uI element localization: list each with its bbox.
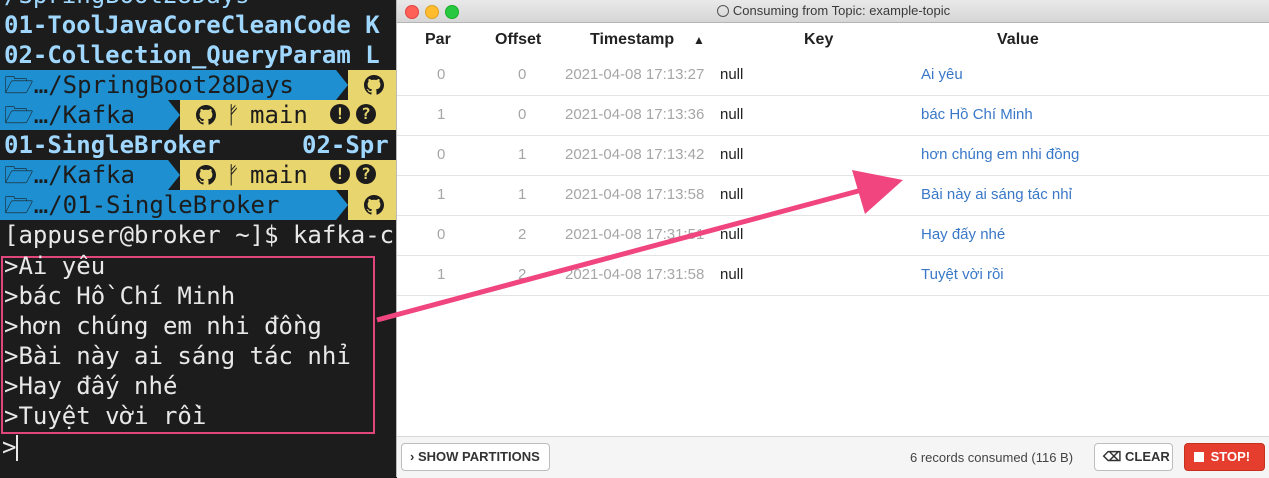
producer-message: >Tuyệt vời rồi <box>4 402 207 430</box>
warning-icon: ! <box>330 164 350 184</box>
git-segment: ᚠ main ! ? <box>180 100 400 130</box>
terminal-cut-text: /SpringBoot28Days <box>4 0 250 10</box>
producer-message: >Ai yêu <box>4 252 106 280</box>
table-row[interactable]: 1 0 2021-04-08 17:13:36 null bác Hồ Chí … <box>397 95 1269 136</box>
folder-icon: 🗁 <box>4 71 34 99</box>
segment-separator <box>168 160 180 190</box>
column-header-par[interactable]: Par <box>425 31 451 49</box>
input-prompt-char: > <box>2 433 17 461</box>
git-segment <box>348 70 400 100</box>
dir-label-4: 🗁…/01-SingleBroker <box>4 191 280 219</box>
terminal-line-2-text: 02-Collection_QueryParam L <box>4 41 380 69</box>
cell-key: null <box>720 186 744 203</box>
table-header: Par Offset Timestamp ▲ Key Value <box>397 24 1269 56</box>
column-header-value[interactable]: Value <box>997 31 1039 49</box>
cell-key: null <box>720 146 744 163</box>
table-row[interactable]: 0 0 2021-04-08 17:13:27 null Ai yêu <box>397 55 1269 96</box>
cell-value: bác Hồ Chí Minh <box>921 106 1033 123</box>
table-row[interactable]: 0 1 2021-04-08 17:13:42 null hơn chúng e… <box>397 135 1269 176</box>
stop-icon <box>1194 452 1204 462</box>
cell-value: hơn chúng em nhi đồng <box>921 146 1080 163</box>
prompt-segment-row-1: 🗁…/SpringBoot28Days <box>0 70 400 100</box>
branch-icon: ᚠ <box>226 101 241 129</box>
cell-key: null <box>720 66 744 83</box>
branch-name: main <box>250 101 308 129</box>
cell-offset: 0 <box>518 66 527 83</box>
cell-value: Hay đấy nhé <box>921 226 1006 243</box>
broker-right-text: 02-Spr <box>302 131 389 159</box>
eraser-icon: ⌫ <box>1103 449 1122 464</box>
cell-timestamp: 2021-04-08 17:31:58 <box>565 266 705 283</box>
git-segment <box>348 190 400 220</box>
branch-name: main <box>250 161 308 189</box>
table-row[interactable]: 1 1 2021-04-08 17:13:58 null Bài này ai … <box>397 175 1269 216</box>
segment-separator <box>168 100 180 130</box>
cell-timestamp: 2021-04-08 17:13:36 <box>565 106 705 123</box>
segment-separator <box>336 70 348 100</box>
window-titlebar[interactable]: Consuming from Topic: example-topic <box>397 0 1269 23</box>
clear-button[interactable]: ⌫ CLEAR <box>1094 443 1173 471</box>
branch-icon: ᚠ <box>226 161 241 189</box>
records-consumed-status: 6 records consumed (116 B) <box>910 450 1074 465</box>
dir-label-1: 🗁…/SpringBoot28Days <box>4 71 294 99</box>
folder-icon: 🗁 <box>4 161 34 189</box>
prompt-segment-row-2: ᚠ main ! ? 🗁…/Kafka <box>0 100 400 130</box>
prompt-segment-row-4: 🗁…/01-SingleBroker <box>0 190 400 220</box>
terminal-line-1-text: 01-ToolJavaCoreCleanCode K <box>4 11 380 39</box>
git-segment: ᚠ main ! ? <box>180 160 400 190</box>
producer-message: >Hay đấy nhé <box>4 372 178 400</box>
cell-offset: 0 <box>518 106 527 123</box>
dir-label-3: 🗁…/Kafka <box>4 161 135 189</box>
cell-timestamp: 2021-04-08 17:13:27 <box>565 66 705 83</box>
folder-icon: 🗁 <box>4 101 34 129</box>
dir-label-2: 🗁…/Kafka <box>4 101 135 129</box>
cell-timestamp: 2021-04-08 17:13:42 <box>565 146 705 163</box>
folder-icon: 🗁 <box>4 191 34 219</box>
cell-key: null <box>720 226 744 243</box>
table-row[interactable]: 1 2 2021-04-08 17:31:58 null Tuyệt vời r… <box>397 255 1269 296</box>
chevron-right-icon: › <box>410 449 415 464</box>
cell-par: 1 <box>437 186 446 203</box>
cell-value: Ai yêu <box>921 66 963 83</box>
cell-offset: 1 <box>518 186 527 203</box>
cell-key: null <box>720 266 744 283</box>
shell-prompt-text: [appuser@broker ~]$ kafka-c <box>4 221 395 249</box>
terminal-input-line[interactable]: > <box>2 433 19 461</box>
cell-key: null <box>720 106 744 123</box>
text-cursor <box>16 435 19 461</box>
producer-message: >bác Hồ Chí Minh <box>4 282 236 310</box>
consumer-window: Consuming from Topic: example-topic Par … <box>396 0 1269 478</box>
window-title: Consuming from Topic: example-topic <box>397 3 1269 18</box>
bottom-toolbar: › SHOW PARTITIONS 6 records consumed (11… <box>397 436 1269 478</box>
cell-offset: 1 <box>518 146 527 163</box>
column-header-offset[interactable]: Offset <box>495 31 541 49</box>
cell-timestamp: 2021-04-08 17:31:51 <box>565 226 705 243</box>
producer-message: >Bài này ai sáng tác nhỉ <box>4 342 351 370</box>
stop-button[interactable]: STOP! <box>1184 443 1265 471</box>
question-icon: ? <box>356 104 376 124</box>
table-row[interactable]: 0 2 2021-04-08 17:31:51 null Hay đấy nhé <box>397 215 1269 256</box>
cell-value: Bài này ai sáng tác nhỉ <box>921 186 1072 203</box>
warning-icon: ! <box>330 104 350 124</box>
cell-offset: 2 <box>518 266 527 283</box>
terminal-pane[interactable]: /SpringBoot28Days 01-ToolJavaCoreCleanCo… <box>0 0 400 477</box>
column-header-key[interactable]: Key <box>804 31 833 49</box>
broker-left-text: 01-SingleBroker <box>4 131 221 159</box>
cell-timestamp: 2021-04-08 17:13:58 <box>565 186 705 203</box>
app-icon <box>716 5 729 17</box>
show-partitions-button[interactable]: › SHOW PARTITIONS <box>401 443 550 471</box>
cell-par: 1 <box>437 106 446 123</box>
question-icon: ? <box>356 164 376 184</box>
segment-separator <box>336 190 348 220</box>
sort-ascending-icon[interactable]: ▲ <box>693 33 705 47</box>
producer-message: >hơn chúng em nhi đồng <box>4 312 322 340</box>
cell-par: 0 <box>437 226 446 243</box>
column-header-timestamp[interactable]: Timestamp <box>590 31 674 49</box>
cell-par: 0 <box>437 146 446 163</box>
cell-offset: 2 <box>518 226 527 243</box>
cell-par: 0 <box>437 66 446 83</box>
prompt-segment-row-3: ᚠ main ! ? 🗁…/Kafka <box>0 160 400 190</box>
cell-value: Tuyệt vời rồi <box>921 266 1004 283</box>
cell-par: 1 <box>437 266 446 283</box>
